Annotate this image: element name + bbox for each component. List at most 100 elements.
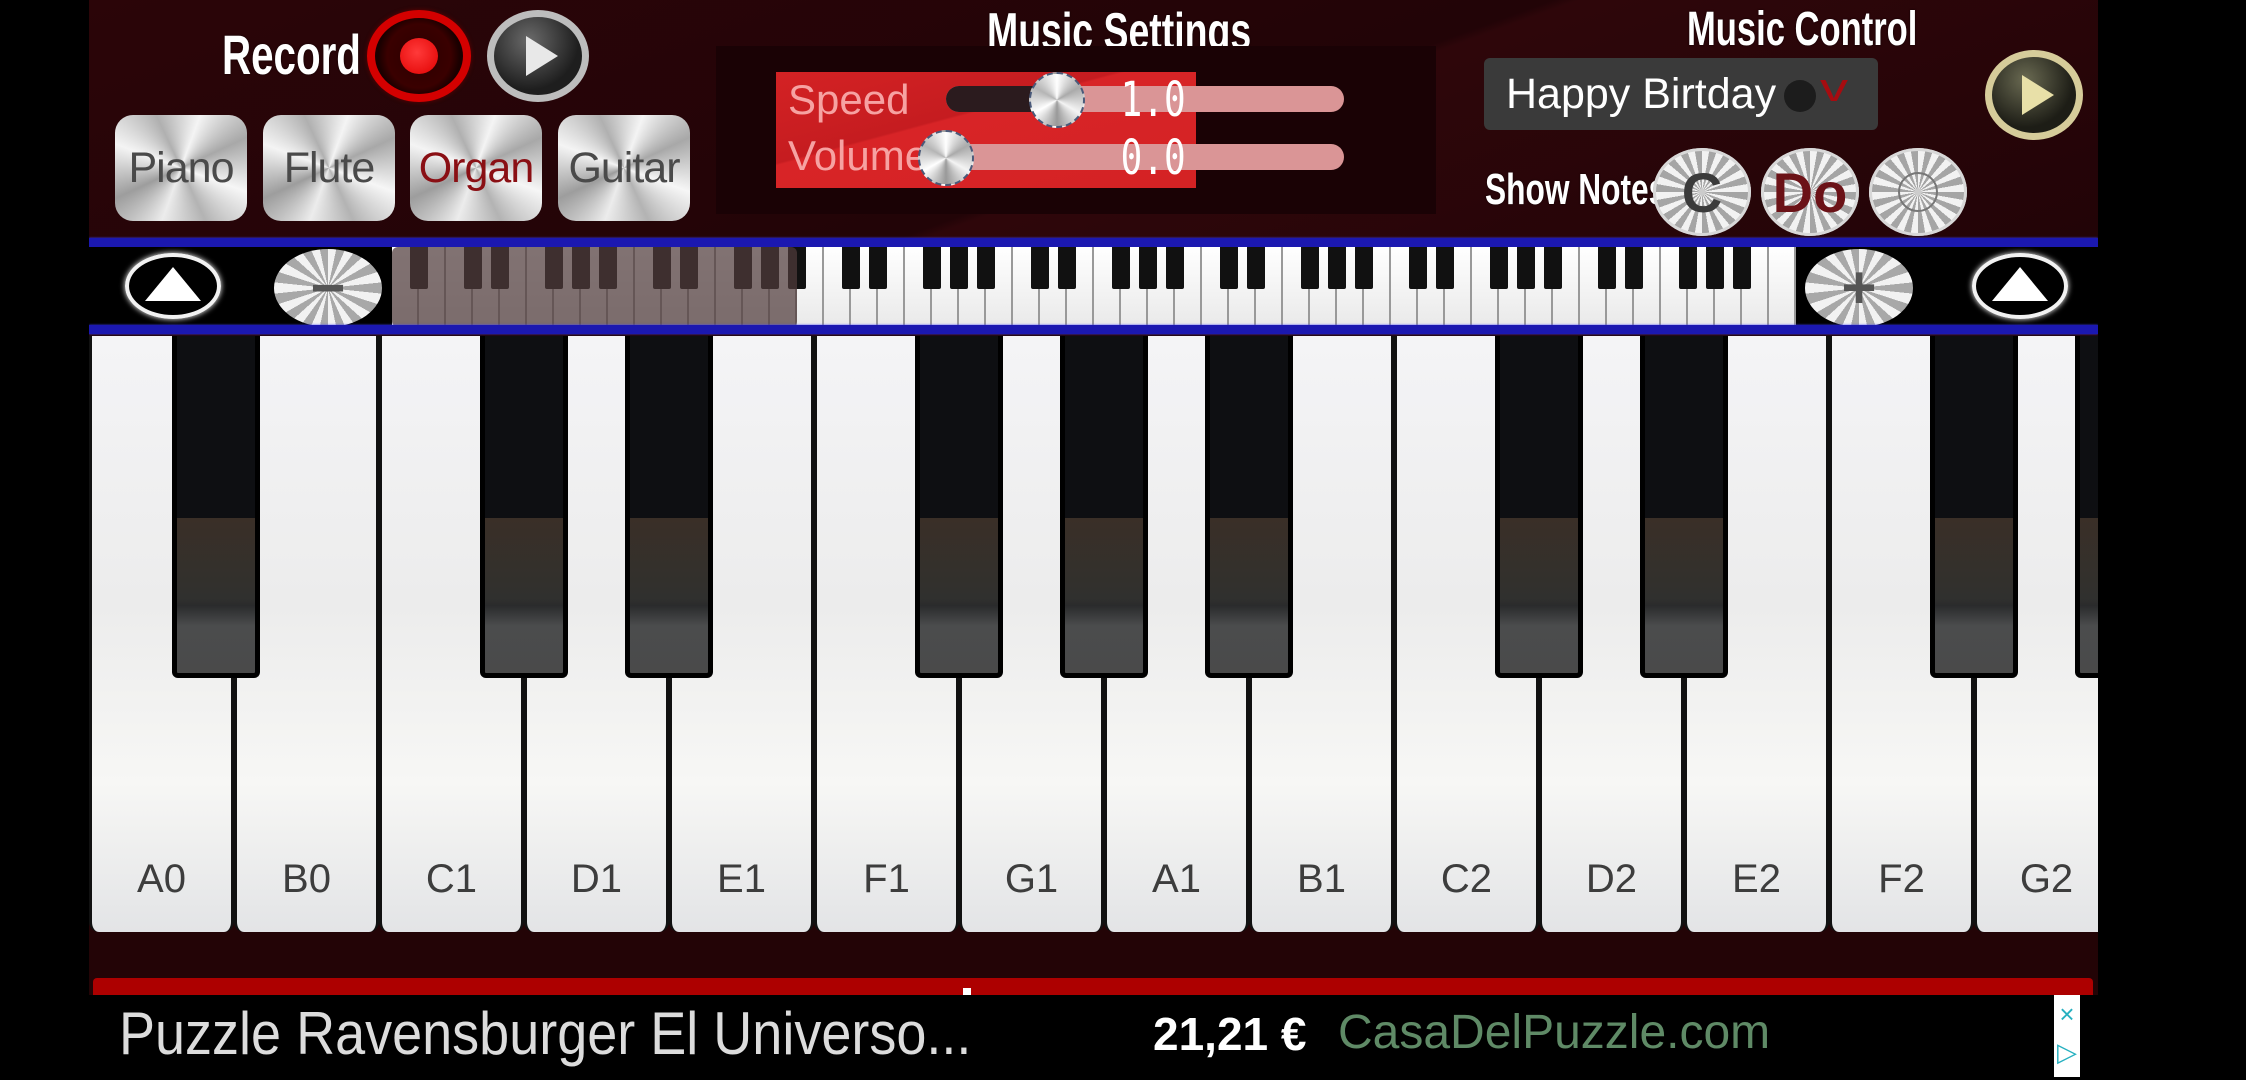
key-label: C1 <box>425 857 478 901</box>
mini-black-key <box>1517 247 1535 289</box>
black-key-f1-sharp[interactable] <box>915 336 1003 678</box>
mini-black-key <box>1220 247 1238 289</box>
song-select-value: Happy Birtday <box>1506 70 1777 118</box>
black-key-g1-sharp[interactable] <box>1060 336 1148 678</box>
key-label: D2 <box>1585 857 1638 901</box>
ad-link[interactable]: CasaDelPuzzle.com <box>1338 1005 1770 1060</box>
key-label: G2 <box>2019 857 2074 901</box>
mini-black-key <box>1436 247 1454 289</box>
mini-black-key <box>1247 247 1265 289</box>
mini-black-key <box>1625 247 1643 289</box>
black-key-f2-sharp[interactable] <box>1930 336 2018 678</box>
mini-black-key <box>977 247 995 289</box>
black-key-d2-sharp[interactable] <box>1640 336 1728 678</box>
octave-up-right-button[interactable] <box>1972 253 2068 319</box>
key-label: E1 <box>717 857 766 901</box>
black-key-d1-sharp[interactable] <box>625 336 713 678</box>
play-song-button[interactable] <box>1985 50 2083 140</box>
mini-black-key <box>1058 247 1076 289</box>
instrument-guitar-button[interactable]: Guitar <box>558 115 690 221</box>
black-key-c1-sharp[interactable] <box>480 336 568 678</box>
song-select[interactable]: Happy Birtday v <box>1484 58 1878 130</box>
key-label: B1 <box>1297 857 1346 901</box>
black-key-g2-sharp[interactable] <box>2075 336 2098 678</box>
speed-value: 1.0 <box>1120 72 1186 128</box>
record-label: Record <box>222 23 361 86</box>
minus-icon: − <box>310 254 346 321</box>
mini-black-key <box>1031 247 1049 289</box>
instrument-label: Organ <box>418 143 535 192</box>
plus-icon: + <box>1841 254 1877 321</box>
piano-keyboard: A0 B0 C1 D1 E1 F1 G1 A1 B1 C2 D2 E2 F2 G2 <box>89 336 2098 932</box>
record-icon <box>400 38 438 74</box>
play-icon <box>526 36 558 76</box>
ad-price: 21,21 € <box>1153 1008 1307 1060</box>
music-control-title: Music Control <box>1687 3 1918 56</box>
mini-black-key <box>1598 247 1616 289</box>
note-off-button[interactable] <box>1869 148 1967 236</box>
divider <box>89 325 2098 334</box>
octave-up-left-button[interactable] <box>125 253 221 319</box>
piano-app: Record Piano Flute Organ Guitar Music Se… <box>89 0 2098 995</box>
ad-controls: × ▷ <box>2054 995 2080 1077</box>
instrument-label: Flute <box>283 143 376 192</box>
note-solfege-button[interactable]: Do <box>1761 148 1859 236</box>
key-label: E2 <box>1732 857 1781 901</box>
select-indicator-icon <box>1784 80 1816 112</box>
volume-label: Volume <box>788 132 929 179</box>
music-settings-box: Speed 1.0 Volume 0.0 <box>776 72 1344 188</box>
mini-black-key <box>1112 247 1130 289</box>
zoom-in-button[interactable]: + <box>1805 249 1913 327</box>
mini-black-key <box>1139 247 1157 289</box>
black-key-a1-sharp[interactable] <box>1205 336 1293 678</box>
note-letter-button[interactable]: C <box>1653 148 1751 236</box>
key-label: F1 <box>863 857 910 901</box>
header-panel: Record Piano Flute Organ Guitar Music Se… <box>89 0 2098 238</box>
key-label: A0 <box>137 857 186 901</box>
mini-black-key <box>1355 247 1373 289</box>
ad-title[interactable]: Puzzle Ravensburger El Universo... <box>119 999 971 1068</box>
volume-value: 0.0 <box>1120 130 1186 186</box>
chevron-down-icon: v <box>1820 66 1848 110</box>
close-icon[interactable]: × <box>2054 995 2080 1033</box>
instrument-organ-button[interactable]: Organ <box>410 115 542 221</box>
keyboard-range-selector[interactable] <box>392 247 797 327</box>
black-key-c2-sharp[interactable] <box>1495 336 1583 678</box>
mini-black-key <box>869 247 887 289</box>
mini-black-key <box>1166 247 1184 289</box>
mini-black-key <box>1544 247 1562 289</box>
key-label: C2 <box>1440 857 1493 901</box>
key-label: A1 <box>1152 857 1201 901</box>
instrument-piano-button[interactable]: Piano <box>115 115 247 221</box>
arrow-up-icon <box>145 267 201 301</box>
note-letter-label: C <box>1681 160 1723 224</box>
play-icon <box>2022 75 2054 115</box>
mini-white-key <box>1769 247 1796 327</box>
mini-black-key <box>923 247 941 289</box>
mini-black-key <box>950 247 968 289</box>
black-key-a0-sharp[interactable] <box>172 336 260 678</box>
mini-black-key <box>842 247 860 289</box>
key-label: D1 <box>570 857 623 901</box>
arrow-up-icon <box>1992 267 2048 301</box>
mini-black-key <box>1490 247 1508 289</box>
instrument-label: Guitar <box>568 143 680 192</box>
mini-black-key <box>1733 247 1751 289</box>
mini-black-key <box>1679 247 1697 289</box>
progress-bar <box>93 978 2093 995</box>
speed-label: Speed <box>788 76 910 123</box>
circle-icon <box>1898 172 1938 212</box>
key-label: F2 <box>1878 857 1925 901</box>
instrument-flute-button[interactable]: Flute <box>263 115 395 221</box>
adchoices-icon[interactable]: ▷ <box>2054 1033 2080 1071</box>
instrument-label: Piano <box>128 143 235 192</box>
play-recording-button[interactable] <box>487 10 589 102</box>
note-solfege-label: Do <box>1772 160 1848 224</box>
zoom-out-button[interactable]: − <box>274 249 382 327</box>
ad-banner[interactable]: Puzzle Ravensburger El Universo... 21,21… <box>89 995 2098 1080</box>
speed-slider-thumb[interactable] <box>1029 72 1086 128</box>
record-button[interactable] <box>367 10 471 102</box>
mini-keyboard[interactable] <box>392 247 1796 327</box>
show-notes-label: Show Notes <box>1485 165 1667 214</box>
volume-slider-thumb[interactable] <box>918 130 974 186</box>
